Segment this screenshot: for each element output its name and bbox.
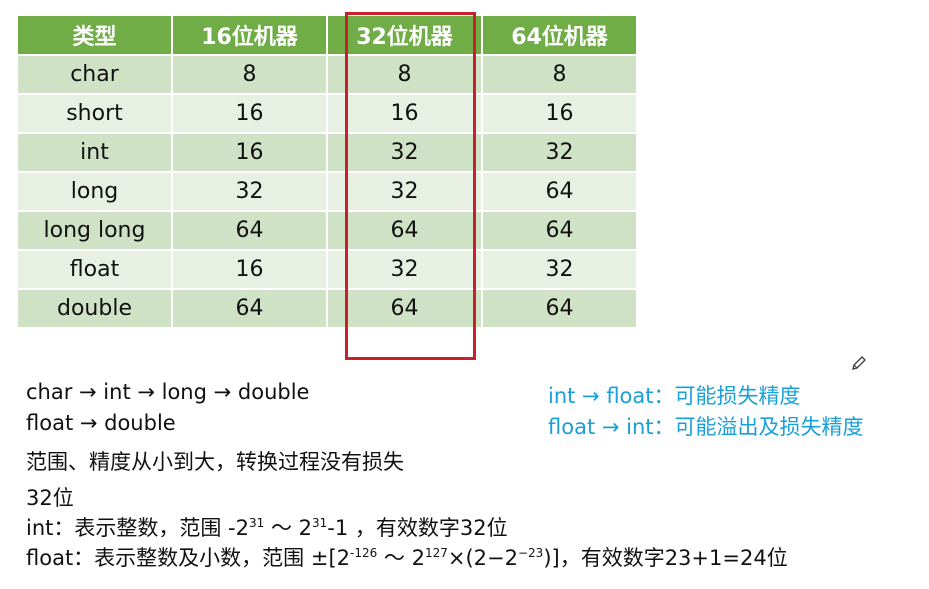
float-range-exp-high: 127 [424, 546, 448, 560]
note-int-to-float: int → float：可能损失精度 [548, 384, 801, 408]
int-range-exp-high: 31 [312, 516, 328, 530]
cell-16bit: 16 [173, 134, 326, 171]
table-row: long long 64 64 64 [18, 212, 636, 249]
int-range-mid: ～ 2 [264, 516, 312, 540]
cell-16bit: 8 [173, 56, 326, 93]
table-row: double 64 64 64 [18, 290, 636, 327]
float-range-suffix: )]，有效数字23+1=24位 [543, 546, 788, 570]
note-float-to-int: float → int：可能溢出及损失精度 [548, 415, 864, 439]
table-row: char 8 8 8 [18, 56, 636, 93]
cell-type: short [18, 95, 171, 132]
data-type-size-table: 类型 16位机器 32位机器 64位机器 char 8 8 8 short 16… [16, 14, 638, 329]
cell-16bit: 16 [173, 95, 326, 132]
table-row: long 32 32 64 [18, 173, 636, 210]
float-range-mid2: ×(2−2 [447, 546, 518, 570]
float-range-exp-low: -126 [350, 546, 378, 560]
float-range-prefix: float：表示整数及小数，范围 ±[2 [26, 546, 351, 570]
cell-64bit: 64 [483, 290, 636, 327]
cell-64bit: 32 [483, 134, 636, 171]
header-16bit: 16位机器 [173, 16, 326, 54]
cell-64bit: 16 [483, 95, 636, 132]
cell-64bit: 64 [483, 173, 636, 210]
cell-16bit: 64 [173, 290, 326, 327]
cell-16bit: 16 [173, 251, 326, 288]
table-header-row: 类型 16位机器 32位机器 64位机器 [18, 16, 636, 54]
bits-32-label: 32位 [26, 486, 74, 510]
float-range-exp-mantissa: −23 [517, 546, 544, 560]
column-32bit-highlight-box [345, 12, 476, 360]
conversion-summary: 范围、精度从小到大，转换过程没有损失 [26, 450, 404, 474]
int-range-text: int：表示整数，范围 -231 ～ 231-1 ，有效数字32位 [26, 512, 508, 542]
conversion-chain-float: float → double [26, 411, 176, 435]
table-row: short 16 16 16 [18, 95, 636, 132]
int-range-prefix: int：表示整数，范围 -2 [26, 516, 249, 540]
table-row: float 16 32 32 [18, 251, 636, 288]
header-64bit: 64位机器 [483, 16, 636, 54]
table-row: int 16 32 32 [18, 134, 636, 171]
cell-16bit: 32 [173, 173, 326, 210]
cell-64bit: 8 [483, 56, 636, 93]
cell-type: int [18, 134, 171, 171]
cell-64bit: 64 [483, 212, 636, 249]
float-range-mid: ～ 2 [377, 546, 425, 570]
header-type: 类型 [18, 16, 171, 54]
cell-type: double [18, 290, 171, 327]
cell-type: float [18, 251, 171, 288]
cell-type: char [18, 56, 171, 93]
conversion-chain-int: char → int → long → double [26, 380, 310, 404]
pencil-icon [850, 354, 868, 372]
cell-type: long long [18, 212, 171, 249]
cell-16bit: 64 [173, 212, 326, 249]
cell-type: long [18, 173, 171, 210]
int-range-exp-low: 31 [249, 516, 265, 530]
float-range-text: float：表示整数及小数，范围 ±[2-126 ～ 2127×(2−2−23)… [26, 542, 788, 572]
int-range-suffix: -1 ，有效数字32位 [327, 516, 508, 540]
cell-64bit: 32 [483, 251, 636, 288]
